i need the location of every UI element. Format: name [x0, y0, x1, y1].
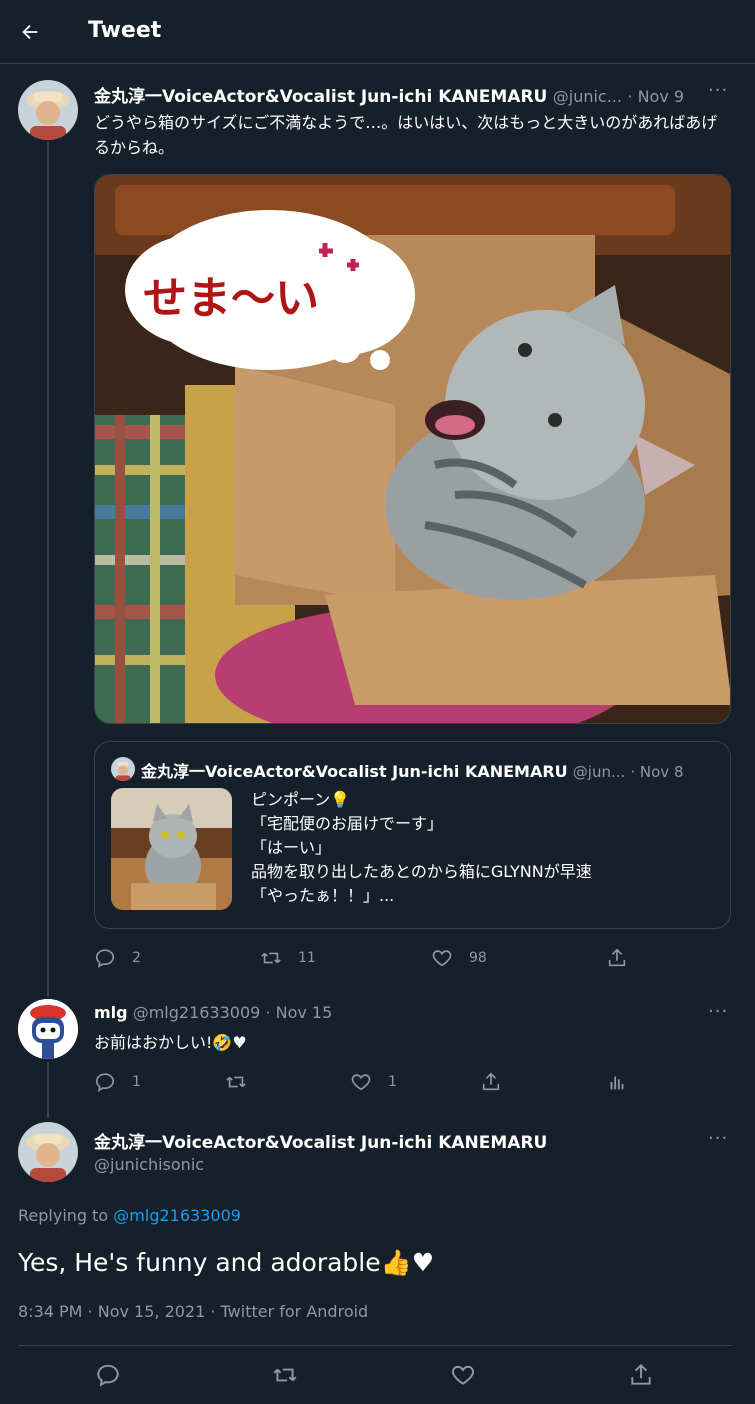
author-handle[interactable]: @junichisonic	[94, 1155, 494, 1174]
avatar[interactable]	[18, 80, 78, 140]
reply-button[interactable]: 2	[94, 947, 141, 969]
quote-line: 「やったぁ！！」...	[251, 886, 395, 905]
retweet-button[interactable]	[225, 1071, 247, 1093]
quoted-tweet[interactable]: 金丸淳一VoiceActor&Vocalist Jun-ichi KANEMAR…	[94, 741, 731, 929]
retweet-count: 11	[298, 950, 316, 966]
bubble-text: せま〜い	[143, 273, 319, 324]
quote-date: · Nov 8	[630, 763, 684, 781]
quote-author-handle: @jun...	[572, 763, 626, 781]
share-icon	[608, 948, 626, 967]
quote-avatar-image	[111, 757, 135, 781]
like-count: 98	[469, 950, 487, 966]
heart-icon	[351, 1074, 371, 1091]
analytics-button[interactable]	[606, 1071, 628, 1093]
back-button[interactable]	[14, 16, 46, 48]
like-count: 1	[388, 1074, 397, 1090]
thread-line	[47, 142, 49, 996]
main-tweet-text: Yes, He's funny and adorable👍♥	[18, 1248, 435, 1277]
share-icon	[482, 1072, 500, 1091]
page-title: Tweet	[88, 18, 162, 43]
quote-avatar	[111, 757, 135, 781]
reply-icon	[95, 949, 115, 968]
replying-to: Replying to @mlg21633009	[18, 1206, 618, 1225]
retweet-icon	[273, 1368, 297, 1382]
reply-icon	[95, 1073, 115, 1092]
avatar[interactable]	[18, 1122, 78, 1182]
quote-author-name: 金丸淳一VoiceActor&Vocalist Jun-ichi KANEMAR…	[141, 762, 568, 781]
reply-icon	[97, 1364, 119, 1387]
quote-cat-thumbnail	[111, 788, 232, 910]
avatar-image	[18, 80, 78, 140]
tweet-text: お前はおかしい!🤣♥	[94, 1033, 247, 1052]
share-icon	[631, 1363, 651, 1385]
like-button[interactable]	[450, 1362, 476, 1388]
retweet-button[interactable]: 11	[260, 947, 316, 969]
share-button[interactable]	[606, 947, 628, 969]
retweet-button[interactable]	[272, 1362, 298, 1388]
top-bar: Tweet	[0, 0, 755, 64]
quote-line: 「宅配便のお届けでーす」	[251, 814, 444, 833]
thread-line	[47, 1062, 49, 1118]
reply-count: 2	[132, 950, 141, 966]
more-options-button[interactable]: ···	[708, 1001, 728, 1022]
author-handle[interactable]: @junic...	[553, 87, 622, 106]
tweet-date[interactable]: · Nov 15	[265, 1003, 332, 1022]
author-name[interactable]: 金丸淳一VoiceActor&Vocalist Jun-ichi KANEMAR…	[94, 1133, 547, 1153]
share-button[interactable]	[480, 1071, 502, 1093]
author-name[interactable]: 金丸淳一VoiceActor&Vocalist Jun-ichi KANEMAR…	[94, 87, 547, 107]
tweet-meta: 8:34 PM · Nov 15, 2021 · Twitter for And…	[18, 1302, 369, 1321]
quote-text: ピンポーン💡 「宅配便のお届けでーす」 「はーい」 品物を取り出したあとのから箱…	[251, 788, 721, 908]
reply-button[interactable]: 1	[94, 1071, 141, 1093]
quote-line: 「はーい」	[251, 838, 332, 857]
tweet-date[interactable]: · Nov 9	[627, 87, 684, 106]
cat-in-box-photo: せま〜い	[95, 175, 730, 723]
reply-button[interactable]	[95, 1362, 121, 1388]
author-handle[interactable]: @mlg21633009	[133, 1003, 261, 1022]
quote-line: 品物を取り出したあとのから箱にGLYNNが早速	[251, 862, 592, 881]
heart-icon	[432, 950, 452, 967]
like-button[interactable]: 1	[350, 1071, 397, 1093]
back-arrow-icon	[22, 24, 38, 40]
divider	[18, 1345, 732, 1346]
tweet-text: どうやら箱のサイズにご不満なようで…。はいはい、次はもっと大きいのがあればあげる…	[94, 113, 718, 157]
retweet-icon	[261, 952, 281, 964]
replying-to-label: Replying to	[18, 1206, 109, 1225]
quote-line: ピンポーン💡	[251, 790, 351, 809]
avatar[interactable]	[18, 999, 78, 1059]
author-name[interactable]: mlg	[94, 1003, 128, 1022]
heart-icon	[452, 1365, 474, 1385]
like-button[interactable]: 98	[431, 947, 487, 969]
tweet-photo[interactable]: せま〜い	[94, 174, 731, 724]
more-options-button[interactable]: ···	[708, 80, 728, 101]
more-options-button[interactable]: ···	[708, 1128, 728, 1149]
avatar-image	[18, 999, 78, 1059]
replying-to-link[interactable]: @mlg21633009	[113, 1206, 241, 1225]
quote-thumbnail	[111, 788, 232, 910]
avatar-image	[18, 1122, 78, 1182]
share-button[interactable]	[628, 1362, 654, 1388]
analytics-icon	[610, 1076, 624, 1090]
reply-count: 1	[132, 1074, 141, 1090]
retweet-icon	[226, 1076, 246, 1088]
